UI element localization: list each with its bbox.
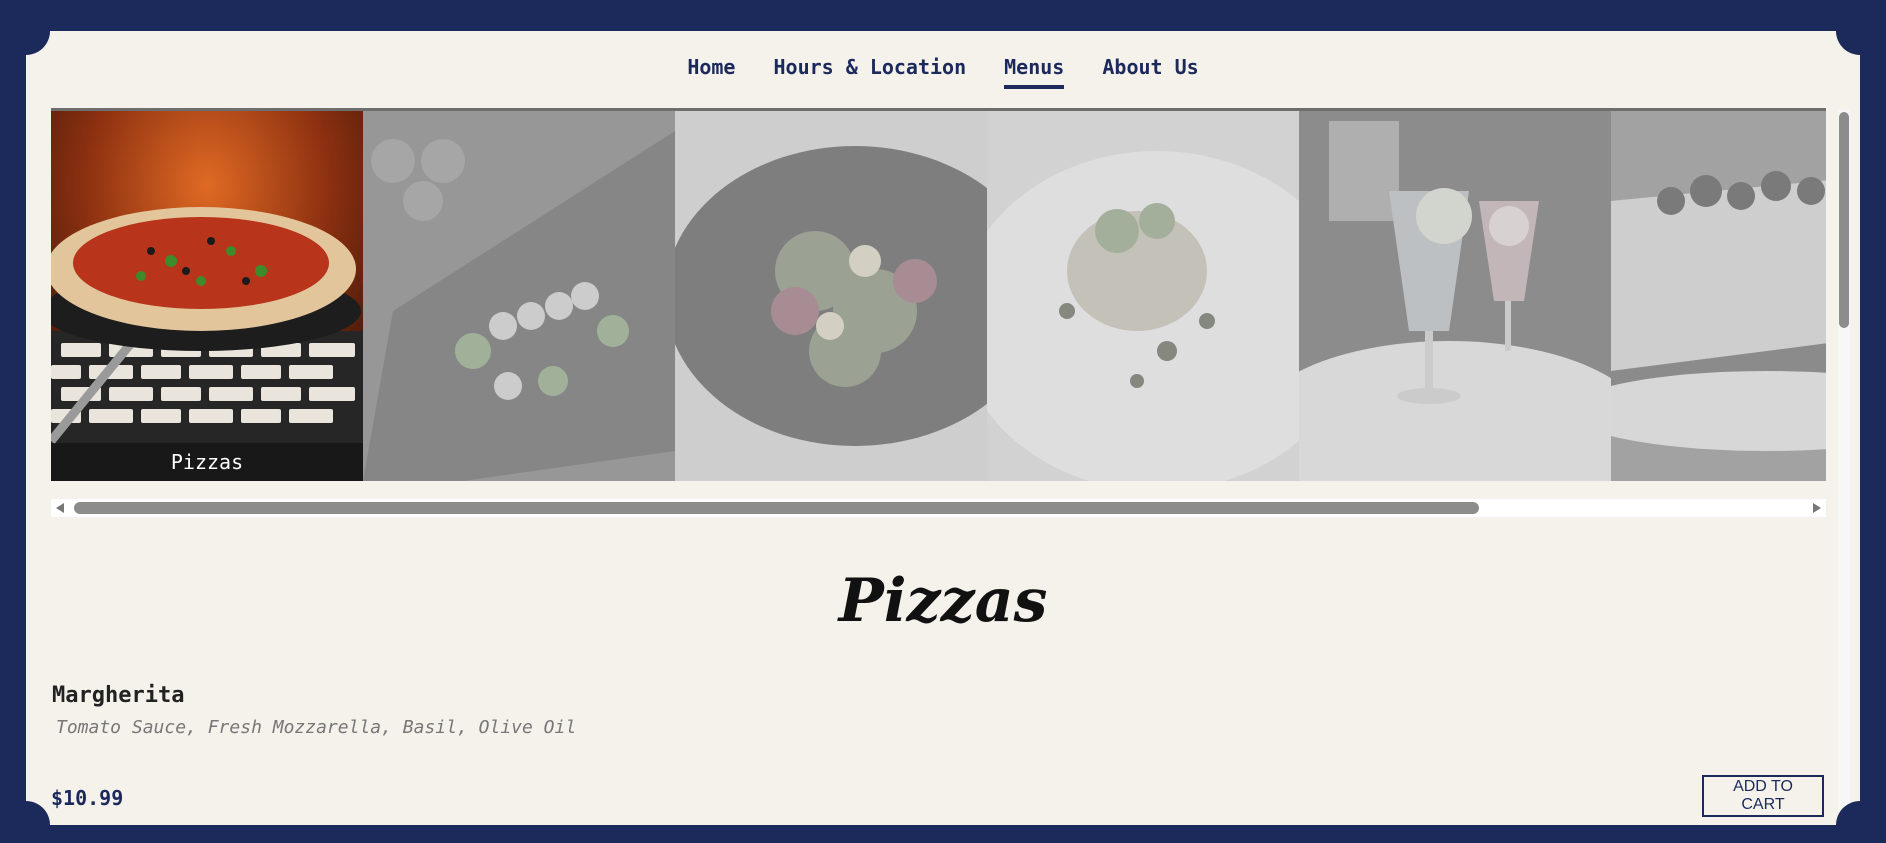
menu-item-description: Tomato Sauce, Fresh Mozzarella, Basil, O… [56, 717, 577, 738]
menu-item-name: Margherita [52, 683, 185, 708]
salad-photo-icon [675, 111, 987, 481]
scrollbar-thumb[interactable] [74, 502, 1479, 514]
dessert-photo-icon [1611, 111, 1826, 481]
page-scrollbar[interactable] [1838, 110, 1850, 825]
nav-menus[interactable]: Menus [1004, 55, 1065, 89]
scrollbar-thumb[interactable] [1839, 112, 1849, 328]
main-nav: Home Hours & Location Menus About Us [26, 55, 1860, 89]
plated-dish-photo-icon [987, 111, 1299, 481]
corner-notch [1836, 31, 1860, 55]
nav-home[interactable]: Home [687, 55, 735, 89]
corner-notch [26, 801, 50, 825]
carousel-tile[interactable] [1611, 111, 1826, 481]
section-title: Pizzas [838, 566, 1048, 636]
cocktails-photo-icon [1299, 111, 1611, 481]
scroll-left-icon[interactable] [56, 503, 64, 513]
scroll-right-icon[interactable] [1813, 503, 1821, 513]
pizza-photo-icon [51, 111, 363, 481]
corner-notch [26, 31, 50, 55]
skewers-photo-icon [363, 111, 675, 481]
nav-about-us[interactable]: About Us [1102, 55, 1198, 89]
carousel-tile[interactable] [987, 111, 1299, 481]
carousel-tile-pizzas[interactable]: Pizzas [51, 111, 363, 481]
menu-category-carousel: Pizzas [51, 108, 1826, 481]
carousel-tile[interactable] [675, 111, 987, 481]
carousel-tile-label: Pizzas [51, 443, 363, 481]
carousel-tile[interactable] [1299, 111, 1611, 481]
carousel-tile[interactable] [363, 111, 675, 481]
menu-item-price: $10.99 [51, 786, 124, 810]
page-card: Home Hours & Location Menus About Us Piz… [26, 31, 1860, 825]
nav-hours-location[interactable]: Hours & Location [773, 55, 966, 89]
carousel-scrollbar[interactable] [51, 499, 1826, 517]
add-to-cart-button[interactable]: ADD TO CART [1702, 775, 1824, 817]
